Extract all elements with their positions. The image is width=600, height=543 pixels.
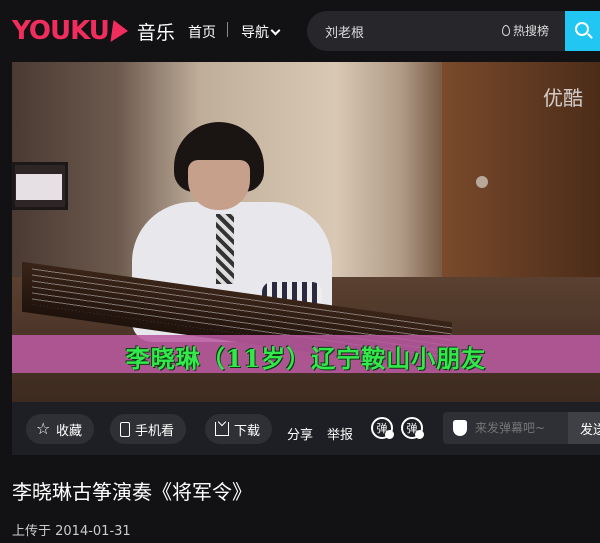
video-frame-tv-screen	[16, 174, 62, 200]
hot-list-link[interactable]: 热搜榜	[502, 22, 549, 39]
nav-guide-dropdown[interactable]: 导航	[241, 22, 281, 42]
youku-watermark: 优酷	[543, 86, 583, 110]
watch-on-mobile-label: 手机看	[135, 423, 175, 439]
video-title: 李晓琳古筝演奏《将军令》	[12, 480, 252, 504]
download-icon	[215, 422, 229, 436]
logo-letters: YOUKU	[12, 16, 110, 46]
nav-guide-label: 导航	[241, 25, 269, 41]
favorite-button[interactable]: 收藏	[26, 414, 95, 444]
youku-logo[interactable]: YOUKU 音乐	[12, 15, 175, 47]
report-button[interactable]: 举报	[327, 424, 353, 443]
danmu-input-box	[443, 412, 568, 444]
video-action-bar: 收藏 手机看 下载 分享 举报 弹 弹 发送	[12, 402, 600, 455]
upload-date: 上传于 2014-01-31	[12, 524, 131, 539]
video-frame-door-knob	[476, 176, 488, 188]
hot-list-label: 热搜榜	[513, 24, 550, 38]
share-button[interactable]: 分享	[287, 424, 313, 443]
nav-home-link[interactable]: 首页	[188, 22, 216, 42]
video-player[interactable]: 优酷 李晓琳（11岁）辽宁鞍山小朋友	[12, 62, 600, 402]
watch-on-mobile-button[interactable]: 手机看	[110, 414, 187, 444]
danmu-input[interactable]	[475, 418, 565, 438]
flame-icon	[502, 25, 510, 36]
search-button[interactable]	[565, 11, 600, 51]
star-icon	[36, 419, 51, 438]
top-header: YOUKU 音乐 首页 导航 热搜榜	[0, 0, 600, 62]
phone-icon	[120, 421, 130, 437]
danmu-toggle-dot	[385, 430, 394, 439]
video-subtitle: 李晓琳（11岁）辽宁鞍山小朋友	[125, 344, 487, 373]
shield-icon[interactable]	[453, 420, 467, 436]
chevron-down-icon	[270, 25, 281, 35]
search-icon-handle	[587, 33, 593, 39]
download-button[interactable]: 下载	[205, 414, 273, 444]
send-danmu-button[interactable]: 发送	[568, 412, 600, 444]
danmu-settings-icon[interactable]: 弹	[401, 417, 424, 439]
logo-play-icon	[110, 20, 130, 42]
download-label: 下载	[234, 423, 261, 439]
logo-section-label: 音乐	[136, 21, 175, 44]
search-input[interactable]	[325, 20, 485, 42]
danmu-settings-dot	[415, 430, 424, 439]
performer-tie	[216, 214, 234, 284]
danmu-toggle-icon[interactable]: 弹	[371, 417, 394, 439]
logo-text: YOUKU	[12, 16, 110, 46]
nav-divider	[227, 22, 228, 37]
favorite-label: 收藏	[56, 423, 83, 439]
